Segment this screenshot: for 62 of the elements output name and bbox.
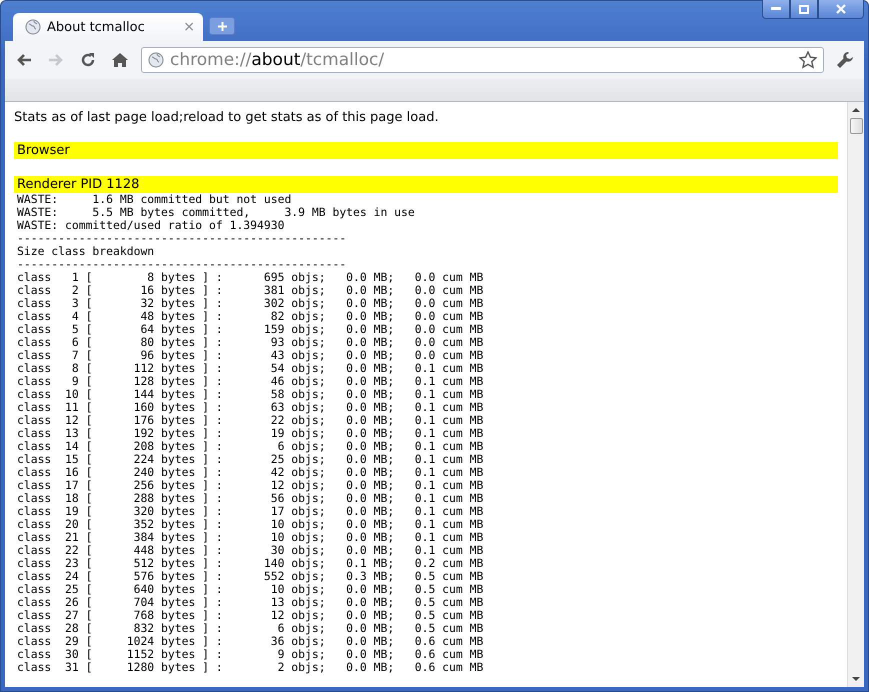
close-icon bbox=[836, 4, 846, 14]
maximize-icon bbox=[799, 4, 809, 14]
minimize-button[interactable] bbox=[762, 0, 790, 19]
stats-line: class 6 [ 80 bytes ] : 93 objs; 0.0 MB; 0.0 cum MB bbox=[16, 336, 484, 349]
stats-line: WASTE: 1.6 MB committed but not used bbox=[16, 193, 292, 206]
url-text: chrome://about/tcmalloc/ bbox=[170, 50, 386, 70]
stats-line: class 1 [ 8 bytes ] : 695 objs; 0.0 MB; 0.0 cum MB bbox=[16, 271, 484, 284]
home-icon[interactable] bbox=[111, 52, 129, 68]
new-tab-button[interactable] bbox=[209, 17, 235, 35]
section-heading: Renderer PID 1128 bbox=[14, 176, 838, 193]
stats-line: ------------------------------------------------ bbox=[16, 258, 348, 271]
stats-line: class 30 [ 1152 bytes ] : 9 objs; 0.0 MB; 0.6 cum MB bbox=[16, 648, 484, 661]
stats-line: WASTE: 5.5 MB bytes committed, 3.9 MB bytes in use bbox=[16, 206, 416, 219]
stats-line: class 24 [ 576 bytes ] : 552 objs; 0.3 MB; 0.5 cum MB bbox=[16, 570, 484, 583]
stats-line: class 27 [ 768 bytes ] : 12 objs; 0.0 MB; 0.5 cum MB bbox=[16, 609, 484, 622]
stats-line: class 31 [ 1280 bytes ] : 2 objs; 0.0 MB; 0.6 cum MB bbox=[16, 661, 484, 674]
stats-line: class 25 [ 640 bytes ] : 10 objs; 0.0 MB; 0.5 cum MB bbox=[16, 583, 484, 596]
stats-line: class 9 [ 128 bytes ] : 46 objs; 0.0 MB; 0.1 cum MB bbox=[16, 375, 484, 388]
minimize-icon bbox=[771, 7, 781, 11]
address-bar[interactable]: chrome://about/tcmalloc/ bbox=[141, 47, 824, 73]
scroll-up-icon[interactable] bbox=[852, 106, 860, 114]
plus-icon bbox=[218, 22, 226, 30]
stats-line: class 4 [ 48 bytes ] : 82 objs; 0.0 MB; 0.0 cum MB bbox=[16, 310, 484, 323]
reload-icon[interactable] bbox=[80, 52, 96, 68]
stats-line: class 18 [ 288 bytes ] : 56 objs; 0.0 MB; 0.1 cum MB bbox=[16, 492, 484, 505]
globe-icon bbox=[25, 19, 41, 35]
stats-line: class 29 [ 1024 bytes ] : 36 objs; 0.0 MB; 0.6 cum MB bbox=[16, 635, 484, 648]
browser-tab[interactable]: About tcmalloc × bbox=[13, 13, 203, 41]
stats-line: class 14 [ 208 bytes ] : 6 objs; 0.0 MB; 0.1 cum MB bbox=[16, 440, 484, 453]
tab-title: About tcmalloc bbox=[47, 20, 146, 34]
stats-line: class 21 [ 384 bytes ] : 10 objs; 0.0 MB; 0.1 cum MB bbox=[16, 531, 484, 544]
stats-line: class 28 [ 832 bytes ] : 6 objs; 0.0 MB; 0.5 cum MB bbox=[16, 622, 484, 635]
close-button[interactable] bbox=[818, 0, 864, 19]
stats-line: class 12 [ 176 bytes ] : 22 objs; 0.0 MB; 0.1 cum MB bbox=[16, 414, 484, 427]
intro-text: Stats as of last page load;reload to get stats as of this page load. bbox=[14, 110, 440, 125]
stats-line: WASTE: committed/used ratio of 1.394930 bbox=[16, 219, 286, 232]
stats-line: class 17 [ 256 bytes ] : 12 objs; 0.0 MB; 0.1 cum MB bbox=[16, 479, 484, 492]
stats-line: class 5 [ 64 bytes ] : 159 objs; 0.0 MB; 0.0 cum MB bbox=[16, 323, 484, 336]
scrollbar-thumb[interactable] bbox=[850, 118, 862, 134]
stats-line: class 7 [ 96 bytes ] : 43 objs; 0.0 MB; 0.0 cum MB bbox=[16, 349, 484, 362]
stats-line: class 8 [ 112 bytes ] : 54 objs; 0.0 MB; 0.1 cum MB bbox=[16, 362, 484, 375]
stats-line: class 11 [ 160 bytes ] : 63 objs; 0.0 MB; 0.1 cum MB bbox=[16, 401, 484, 414]
stats-line: class 22 [ 448 bytes ] : 30 objs; 0.0 MB; 0.1 cum MB bbox=[16, 544, 484, 557]
stats-line: class 15 [ 224 bytes ] : 25 objs; 0.0 MB; 0.1 cum MB bbox=[16, 453, 484, 466]
stats-line: class 2 [ 16 bytes ] : 381 objs; 0.0 MB; 0.0 cum MB bbox=[16, 284, 484, 297]
stats-line: class 10 [ 144 bytes ] : 58 objs; 0.0 MB; 0.1 cum MB bbox=[16, 388, 484, 401]
globe-icon bbox=[148, 52, 164, 68]
stats-line: class 20 [ 352 bytes ] : 10 objs; 0.0 MB; 0.1 cum MB bbox=[16, 518, 484, 531]
stats-line: ------------------------------------------------ bbox=[16, 232, 348, 245]
stats-line: class 19 [ 320 bytes ] : 17 objs; 0.0 MB; 0.1 cum MB bbox=[16, 505, 484, 518]
back-arrow-icon[interactable] bbox=[16, 53, 32, 67]
stats-line: Size class breakdown bbox=[16, 245, 156, 258]
scroll-down-icon[interactable] bbox=[852, 675, 860, 683]
section-heading: Browser bbox=[14, 142, 838, 159]
stats-line: class 13 [ 192 bytes ] : 19 objs; 0.0 MB; 0.1 cum MB bbox=[16, 427, 484, 440]
wrench-icon[interactable] bbox=[836, 51, 854, 69]
stats-line: class 23 [ 512 bytes ] : 140 objs; 0.1 MB; 0.2 cum MB bbox=[16, 557, 484, 570]
star-icon[interactable] bbox=[799, 51, 817, 69]
stats-line: class 16 [ 240 bytes ] : 42 objs; 0.0 MB; 0.1 cum MB bbox=[16, 466, 484, 479]
stats-line: class 3 [ 32 bytes ] : 302 objs; 0.0 MB; 0.0 cum MB bbox=[16, 297, 484, 310]
maximize-button[interactable] bbox=[790, 0, 818, 19]
stats-line: class 26 [ 704 bytes ] : 13 objs; 0.0 MB; 0.5 cum MB bbox=[16, 596, 484, 609]
